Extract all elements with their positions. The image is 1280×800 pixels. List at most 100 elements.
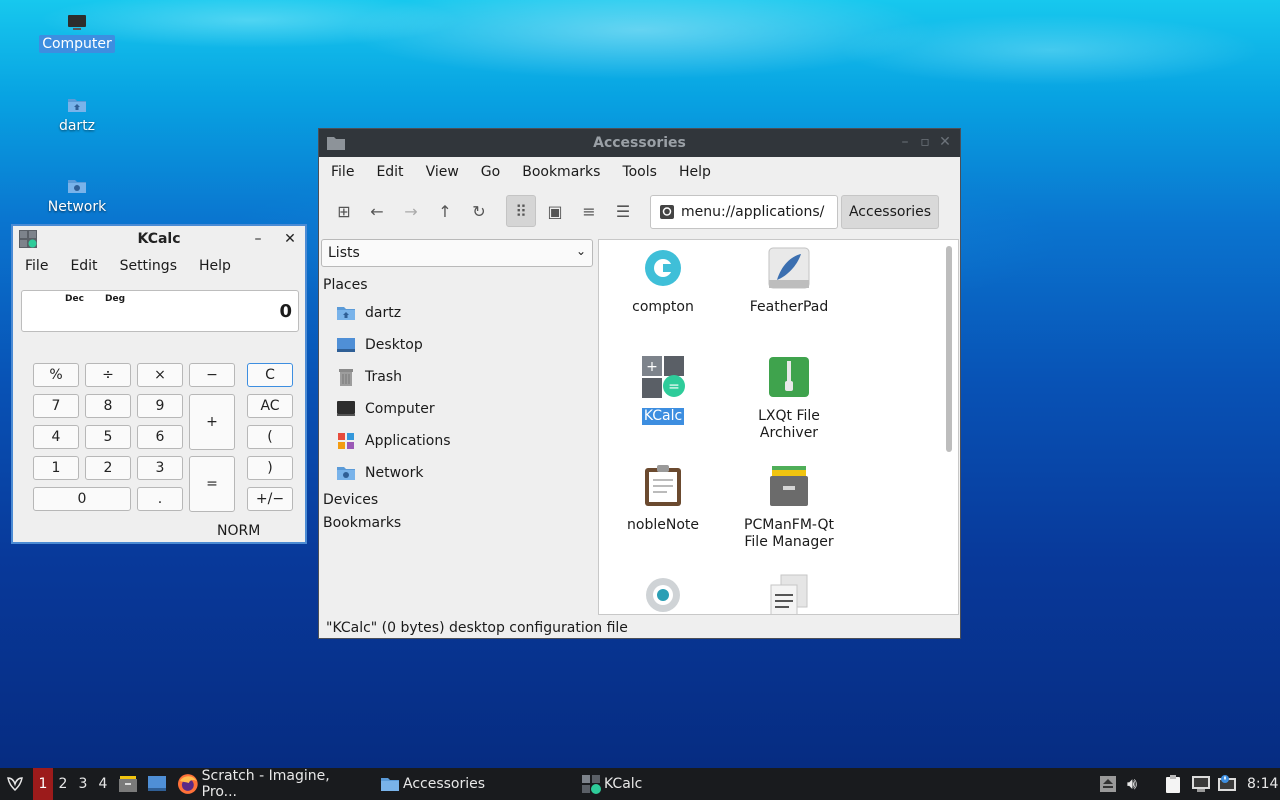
place-dartz[interactable]: dartz: [335, 299, 401, 327]
main-menu-icon[interactable]: [4, 768, 26, 800]
icon-view-icon[interactable]: ⠿: [506, 195, 536, 227]
kcalc-window[interactable]: KCalc – ✕ File Edit Settings Help Dec De…: [11, 224, 307, 544]
app-partial-2[interactable]: [734, 573, 844, 614]
new-tab-icon[interactable]: ⊞: [329, 195, 359, 227]
all-clear-button[interactable]: AC: [247, 394, 293, 418]
file-view[interactable]: compton FeatherPad = + KCalc LXQt File Ar…: [598, 239, 959, 615]
app-noblenote[interactable]: nobleNote: [608, 464, 718, 534]
menu-bookmarks[interactable]: Bookmarks: [511, 164, 611, 180]
volume-icon[interactable]: 🔊︎: [1127, 768, 1137, 800]
desktop-3[interactable]: 3: [73, 768, 93, 800]
fm-titlebar[interactable]: Accessories – ▫ ✕: [319, 129, 960, 157]
divide-button[interactable]: ÷: [85, 363, 131, 387]
subtract-button[interactable]: −: [189, 363, 235, 387]
clear-button[interactable]: C: [247, 363, 293, 387]
digit-9-button[interactable]: 9: [137, 394, 183, 418]
desktop-1[interactable]: 1: [33, 768, 53, 800]
maximize-icon[interactable]: ▫: [916, 133, 934, 151]
item-label: FeatherPad: [749, 299, 829, 315]
back-arrow-icon[interactable]: ←: [362, 195, 392, 227]
computer-icon: [68, 15, 86, 30]
app-pcmanfm-qt[interactable]: PCManFM-Qt File Manager: [734, 464, 844, 551]
side-pane-mode-select[interactable]: Lists ⌄: [321, 239, 593, 267]
forward-arrow-icon[interactable]: →: [396, 195, 426, 227]
app-kcalc[interactable]: = + KCalc: [608, 355, 718, 425]
app-featherpad[interactable]: FeatherPad: [734, 246, 844, 316]
menu-view[interactable]: View: [415, 164, 470, 180]
desktop-icon-dartz[interactable]: dartz: [32, 96, 122, 134]
task-accessories[interactable]: Accessories: [380, 768, 570, 800]
breadcrumb-accessories[interactable]: Accessories: [841, 195, 939, 229]
menu-file[interactable]: File: [320, 164, 365, 180]
eject-icon[interactable]: [1099, 768, 1117, 800]
close-paren-button[interactable]: ): [247, 456, 293, 480]
item-label: LXQt File Archiver: [758, 408, 820, 441]
kcalc-titlebar[interactable]: KCalc – ✕: [13, 226, 305, 252]
up-arrow-icon[interactable]: ↑: [430, 195, 460, 227]
menu-file[interactable]: File: [14, 258, 59, 274]
clipboard-icon[interactable]: [1164, 768, 1182, 800]
clock[interactable]: 8:14: [1247, 768, 1278, 800]
app-compton[interactable]: compton: [608, 246, 718, 316]
desktop-4[interactable]: 4: [93, 768, 113, 800]
place-applications[interactable]: Applications: [335, 427, 451, 455]
add-button[interactable]: +: [189, 394, 235, 450]
detail-view-icon[interactable]: ☰: [608, 195, 638, 227]
desktop-icon-network[interactable]: Network: [32, 177, 122, 215]
menu-help[interactable]: Help: [188, 258, 242, 274]
reload-icon[interactable]: ↻: [464, 195, 494, 227]
menu-settings[interactable]: Settings: [109, 258, 188, 274]
place-computer[interactable]: Computer: [335, 395, 435, 423]
show-desktop-icon[interactable]: [147, 768, 167, 800]
minimize-icon[interactable]: –: [249, 230, 267, 248]
file-cabinet-icon[interactable]: [118, 768, 138, 800]
close-icon[interactable]: ✕: [936, 133, 954, 151]
menu-help[interactable]: Help: [668, 164, 722, 180]
digit-7-button[interactable]: 7: [33, 394, 79, 418]
menu-tools[interactable]: Tools: [611, 164, 668, 180]
place-label: Network: [365, 465, 424, 481]
gear-icon: [646, 578, 680, 612]
desktop-icon-computer[interactable]: Computer: [32, 14, 122, 53]
update-notifier-icon[interactable]: [1217, 768, 1237, 800]
digit-8-button[interactable]: 8: [85, 394, 131, 418]
percent-button[interactable]: %: [33, 363, 79, 387]
place-desktop[interactable]: Desktop: [335, 331, 423, 359]
multiply-button[interactable]: ×: [137, 363, 183, 387]
scrollbar-thumb[interactable]: [946, 246, 952, 452]
item-label: nobleNote: [627, 517, 699, 533]
file-manager-window[interactable]: Accessories – ▫ ✕ File Edit View Go Book…: [318, 128, 961, 639]
digit-5-button[interactable]: 5: [85, 425, 131, 449]
digit-6-button[interactable]: 6: [137, 425, 183, 449]
decimal-button[interactable]: .: [137, 487, 183, 511]
task-kcalc[interactable]: KCalc: [581, 768, 771, 800]
places-header[interactable]: Places: [323, 277, 368, 293]
menu-edit[interactable]: Edit: [365, 164, 414, 180]
app-partial-1[interactable]: [608, 573, 718, 614]
digit-3-button[interactable]: 3: [137, 456, 183, 480]
sign-toggle-button[interactable]: +/−: [247, 487, 293, 511]
side-pane-mode-value: Lists: [328, 245, 360, 261]
open-paren-button[interactable]: (: [247, 425, 293, 449]
task-scratch[interactable]: Scratch - Imagine, Pro...: [177, 768, 367, 800]
menu-edit[interactable]: Edit: [59, 258, 108, 274]
devices-header[interactable]: Devices: [323, 492, 378, 508]
menu-go[interactable]: Go: [470, 164, 511, 180]
app-lxqt-file-archiver[interactable]: LXQt File Archiver: [734, 355, 844, 442]
compact-view-icon[interactable]: ≡: [574, 195, 604, 227]
bookmarks-header[interactable]: Bookmarks: [323, 515, 401, 531]
computer-icon: [335, 399, 357, 419]
place-trash[interactable]: Trash: [335, 363, 402, 391]
digit-1-button[interactable]: 1: [33, 456, 79, 480]
address-bar[interactable]: menu://applications/: [650, 195, 838, 229]
minimize-icon[interactable]: –: [896, 133, 914, 151]
place-network[interactable]: Network: [335, 459, 423, 487]
digit-0-button[interactable]: 0: [33, 487, 131, 511]
thumbnail-view-icon[interactable]: ▣: [540, 195, 570, 227]
desktop-2[interactable]: 2: [53, 768, 73, 800]
close-icon[interactable]: ✕: [281, 230, 299, 248]
equals-button[interactable]: =: [189, 456, 235, 512]
network-status-icon[interactable]: [1191, 768, 1211, 800]
digit-2-button[interactable]: 2: [85, 456, 131, 480]
digit-4-button[interactable]: 4: [33, 425, 79, 449]
